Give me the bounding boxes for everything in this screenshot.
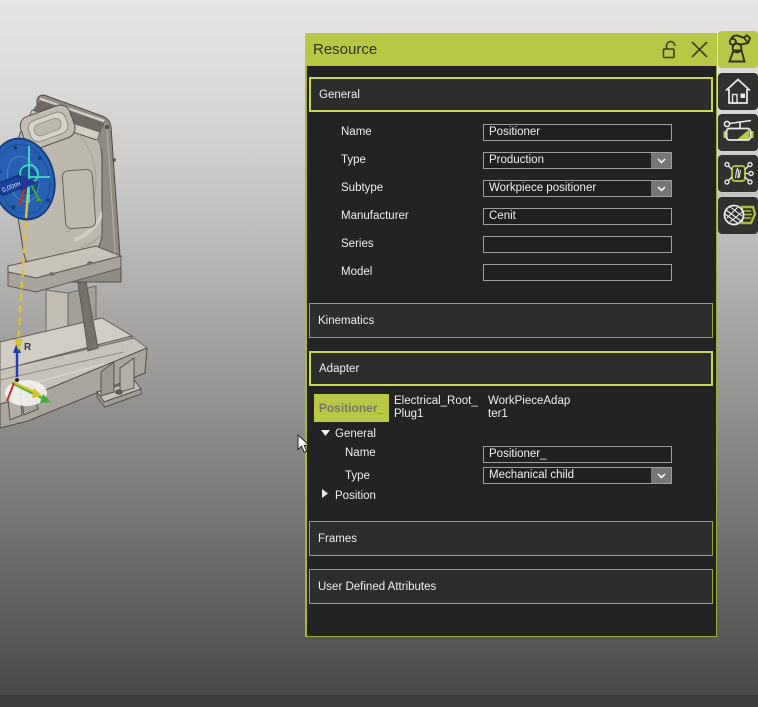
svg-text:R: R — [24, 342, 32, 353]
